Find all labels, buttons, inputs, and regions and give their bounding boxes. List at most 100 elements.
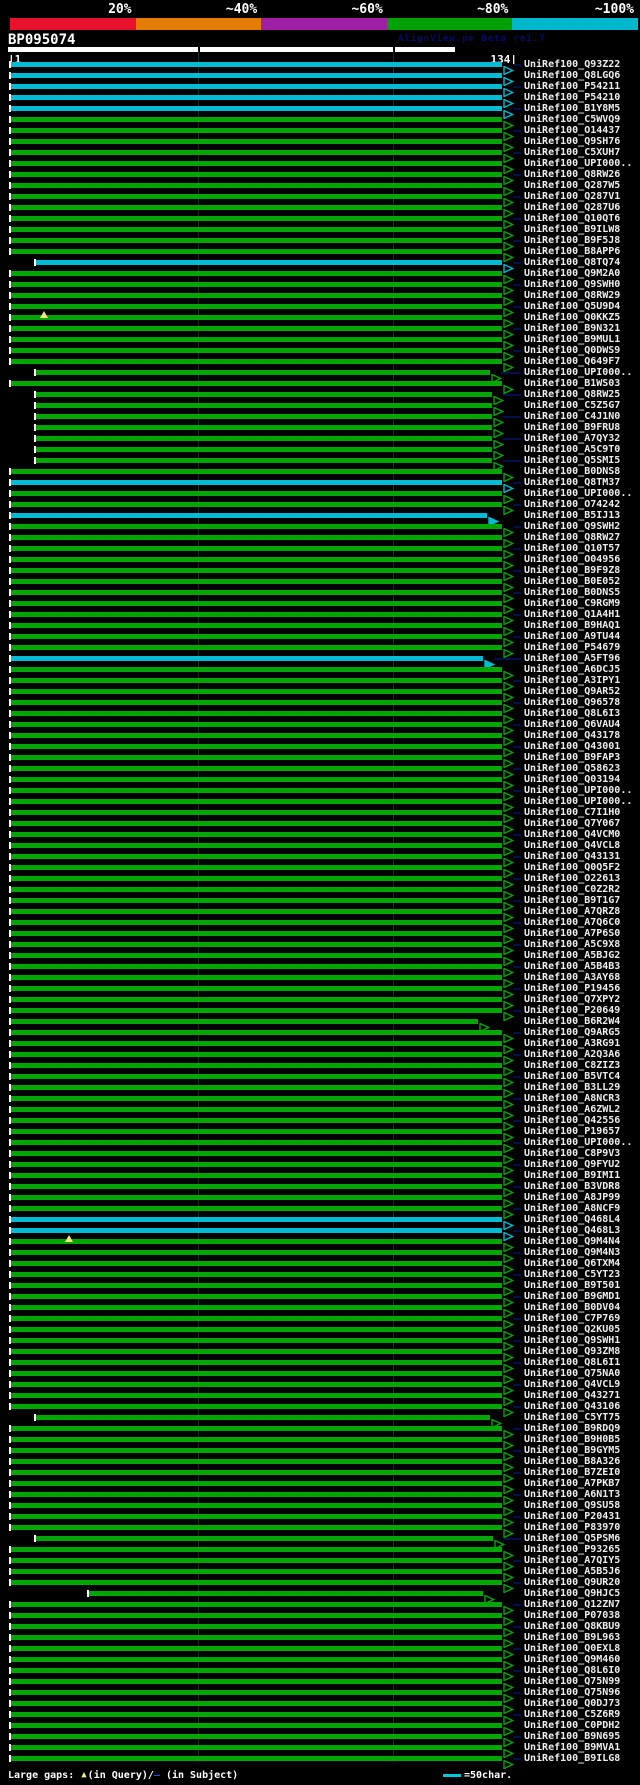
subject-id-label[interactable]: UniRef100_B9HAQ1 [524,620,620,631]
similarity-bar[interactable] [10,854,502,859]
subject-id-label[interactable]: UniRef100_Q9ARG5 [524,1027,620,1038]
subject-id-label[interactable]: UniRef100_P83970 [524,1522,620,1533]
subject-id-label[interactable]: UniRef100_A6ZWL2 [524,1104,620,1115]
alignment-row[interactable]: UniRef100_B5VTC4 [0,1071,640,1088]
alignment-row[interactable]: UniRef100_B9ILG8 [0,1753,640,1770]
alignment-row[interactable]: UniRef100_Q5PSM6 [0,1533,640,1550]
subject-id-label[interactable]: UniRef100_A5FT96 [524,653,620,664]
subject-id-label[interactable]: UniRef100_UPI000.. [524,158,632,169]
subject-id-label[interactable]: UniRef100_Q9M460 [524,1654,620,1665]
similarity-bar[interactable] [10,139,502,144]
similarity-bar[interactable] [10,1096,502,1101]
alignment-row[interactable]: UniRef100_A8JP99 [0,1192,640,1209]
similarity-bar[interactable] [10,645,502,650]
subject-id-label[interactable]: UniRef100_Q10T57 [524,543,620,554]
subject-id-label[interactable]: UniRef100_O04956 [524,554,620,565]
subject-id-label[interactable]: UniRef100_Q5PSM6 [524,1533,620,1544]
subject-id-label[interactable]: UniRef100_B9H0B5 [524,1434,620,1445]
similarity-bar[interactable] [10,469,502,474]
alignment-row[interactable]: UniRef100_Q468L3 [0,1225,640,1242]
similarity-bar[interactable] [10,1184,502,1189]
similarity-bar[interactable] [10,1052,502,1057]
alignment-row[interactable]: UniRef100_Q7Y067 [0,818,640,835]
alignment-row[interactable]: UniRef100_Q10QT6 [0,213,640,230]
similarity-bar[interactable] [10,1569,502,1574]
alignment-row[interactable]: UniRef100_C9RGM9 [0,598,640,615]
similarity-bar[interactable] [10,183,502,188]
similarity-bar[interactable] [10,1294,502,1299]
similarity-bar[interactable] [10,711,502,716]
similarity-bar[interactable] [10,271,502,276]
subject-id-label[interactable]: UniRef100_A5B5J6 [524,1566,620,1577]
similarity-bar[interactable] [10,700,502,705]
similarity-bar[interactable] [10,282,502,287]
subject-id-label[interactable]: UniRef100_A5B4B3 [524,961,620,972]
alignment-row[interactable]: UniRef100_C7I1H0 [0,807,640,824]
similarity-bar[interactable] [10,1030,502,1035]
alignment-row[interactable]: UniRef100_UPI000.. [0,785,640,802]
alignment-row[interactable]: UniRef100_Q58623 [0,763,640,780]
similarity-bar[interactable] [35,447,492,452]
similarity-bar[interactable] [10,1701,502,1706]
alignment-row[interactable]: UniRef100_A8NCR3 [0,1093,640,1110]
subject-id-label[interactable]: UniRef100_P19456 [524,983,620,994]
alignment-row[interactable]: UniRef100_Q9SU58 [0,1500,640,1517]
alignment-row[interactable]: UniRef100_A5C9T0 [0,444,640,461]
alignment-row[interactable]: UniRef100_C5YT23 [0,1269,640,1286]
alignment-row[interactable]: UniRef100_P54210 [0,92,640,109]
alignment-row[interactable]: UniRef100_Q43001 [0,741,640,758]
subject-id-label[interactable]: UniRef100_Q8TM37 [524,477,620,488]
similarity-bar[interactable] [10,1602,502,1607]
similarity-bar[interactable] [10,1690,502,1695]
subject-id-label[interactable]: UniRef100_Q0EXL8 [524,1643,620,1654]
alignment-row[interactable]: UniRef100_A3RG91 [0,1038,640,1055]
subject-id-label[interactable]: UniRef100_B7ZEI0 [524,1467,620,1478]
alignment-row[interactable]: UniRef100_P19657 [0,1126,640,1143]
alignment-row[interactable]: UniRef100_Q75NA0 [0,1368,640,1385]
subject-id-label[interactable]: UniRef100_Q9SWH0 [524,279,620,290]
subject-id-label[interactable]: UniRef100_B8APP6 [524,246,620,257]
subject-id-label[interactable]: UniRef100_Q1A4H1 [524,609,620,620]
subject-id-label[interactable]: UniRef100_Q4VCL8 [524,840,620,851]
similarity-bar[interactable] [10,1272,502,1277]
subject-id-label[interactable]: UniRef100_P07038 [524,1610,620,1621]
alignment-row[interactable]: UniRef100_P20431 [0,1511,640,1528]
alignment-row[interactable]: UniRef100_Q4VCL8 [0,840,640,857]
similarity-bar[interactable] [10,106,502,111]
alignment-row[interactable]: UniRef100_Q4VCL9 [0,1379,640,1396]
subject-id-label[interactable]: UniRef100_Q8RW29 [524,290,620,301]
subject-id-label[interactable]: UniRef100_B0DNS8 [524,466,620,477]
similarity-bar[interactable] [10,1437,502,1442]
subject-id-label[interactable]: UniRef100_B8A326 [524,1456,620,1467]
similarity-bar[interactable] [10,1426,502,1431]
similarity-bar[interactable] [10,1459,502,1464]
similarity-bar[interactable] [10,997,502,1002]
similarity-bar[interactable] [10,1162,502,1167]
alignment-row[interactable]: UniRef100_Q0DWS9 [0,345,640,362]
similarity-bar[interactable] [10,1129,502,1134]
similarity-bar[interactable] [35,392,492,397]
subject-id-label[interactable]: UniRef100_UPI000.. [524,1137,632,1148]
similarity-bar[interactable] [10,62,502,67]
alignment-row[interactable]: UniRef100_C0Z2R2 [0,884,640,901]
subject-id-label[interactable]: UniRef100_C5WVQ9 [524,114,620,125]
similarity-bar[interactable] [10,194,502,199]
similarity-bar[interactable] [10,634,502,639]
subject-id-label[interactable]: UniRef100_Q0Q5F2 [524,862,620,873]
alignment-row[interactable]: UniRef100_B9F9Z8 [0,565,640,582]
subject-id-label[interactable]: UniRef100_C5Z5G7 [524,400,620,411]
subject-id-label[interactable]: UniRef100_O74242 [524,499,620,510]
similarity-bar[interactable] [10,1712,502,1717]
similarity-bar[interactable] [10,238,502,243]
similarity-bar[interactable] [35,403,492,408]
alignment-row[interactable]: UniRef100_Q8RW27 [0,532,640,549]
similarity-bar[interactable] [10,667,502,672]
subject-id-label[interactable]: UniRef100_P93265 [524,1544,620,1555]
similarity-bar[interactable] [10,1679,502,1684]
subject-id-label[interactable]: UniRef100_C7I1H0 [524,807,620,818]
similarity-bar[interactable] [10,986,502,991]
alignment-row[interactable]: UniRef100_C7P769 [0,1313,640,1330]
alignment-row[interactable]: UniRef100_Q43106 [0,1401,640,1418]
similarity-bar[interactable] [10,502,502,507]
subject-id-label[interactable]: UniRef100_A5BJG2 [524,950,620,961]
